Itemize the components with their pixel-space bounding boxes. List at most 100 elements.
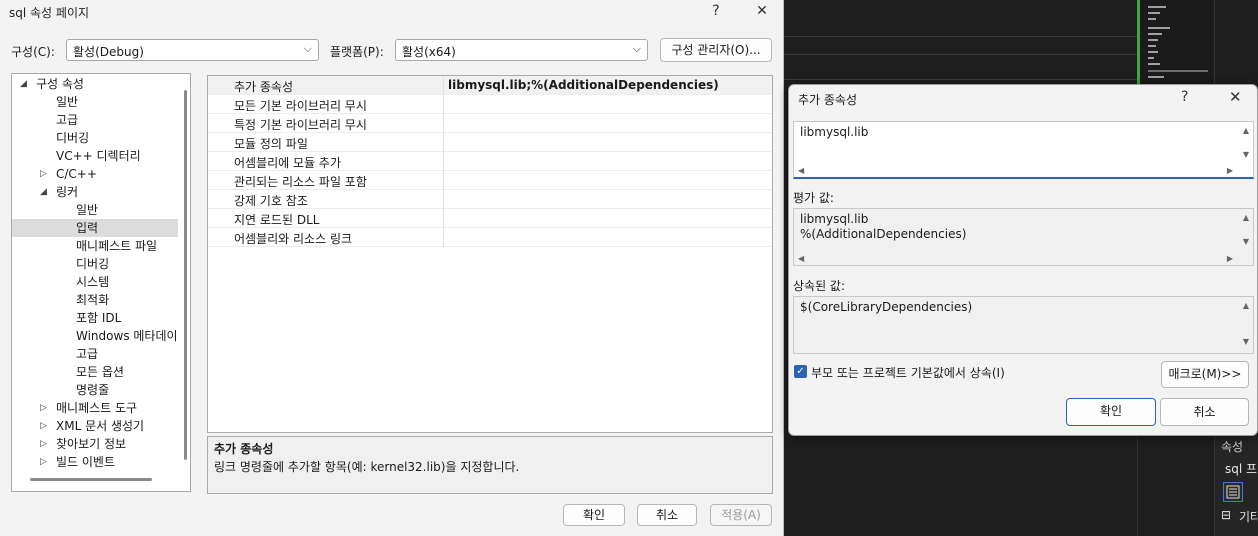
property-name: 강제 기호 참조 xyxy=(234,194,308,208)
property-name: 모듈 정의 파일 xyxy=(234,137,308,151)
tree-item-label: XML 문서 생성기 xyxy=(56,419,145,433)
scroll-left-icon[interactable]: ◀ xyxy=(798,166,804,175)
property-value[interactable]: libmysql.lib;%(AdditionalDependencies) xyxy=(448,78,719,92)
tree-item-label: 디버깅 xyxy=(76,257,110,271)
scroll-right-icon[interactable]: ▶ xyxy=(1227,254,1233,263)
close-button[interactable]: ✕ xyxy=(750,3,774,19)
property-grid: 추가 종속성 libmysql.lib;%(AdditionalDependenc… xyxy=(207,75,773,433)
edit-box-text: libmysql.lib xyxy=(800,125,869,139)
scroll-up-icon[interactable]: ▲ xyxy=(1243,213,1249,222)
dialog-title: sql 속성 페이지 xyxy=(9,6,90,20)
evaluated-value-text: libmysql.lib %(AdditionalDependencies) xyxy=(800,212,967,241)
tree-item-label: 디버깅 xyxy=(56,131,90,145)
tree-item-label: VC++ 디렉터리 xyxy=(56,149,141,163)
config-value: 활성(Debug) xyxy=(73,45,144,59)
config-label: 구성(C): xyxy=(11,45,55,59)
chevron-down-icon: ⌵ xyxy=(632,42,641,55)
expand-icon[interactable]: ▷ xyxy=(40,165,47,183)
collapse-icon[interactable]: ◢ xyxy=(40,183,47,201)
property-pages-dialog: sql 속성 페이지 ? ✕ 구성(C): 활성(Debug) ⌵ 플랫폼(P)… xyxy=(0,0,784,536)
tree-item-label: Windows 메타데이 xyxy=(76,329,178,343)
property-name: 어셈블리와 리소스 링크 xyxy=(234,232,353,246)
property-name: 추가 종속성 xyxy=(234,80,294,94)
property-tree: ◢ 구성 속성 일반 고급 디버깅 VC++ 디렉터리 ▷ C/C++ ◢ 링커 일반 입력 매니페스트… xyxy=(11,73,191,492)
scroll-up-icon[interactable]: ▲ xyxy=(1243,126,1249,135)
inherited-value-box: $(CoreLibraryDependencies) ▲ ▼ xyxy=(793,296,1254,354)
platform-value: 활성(x64) xyxy=(402,45,456,59)
tree-item-label: 포함 IDL xyxy=(76,311,122,325)
config-manager-button[interactable]: 구성 관리자(O)... xyxy=(660,38,772,62)
scroll-down-icon[interactable]: ▼ xyxy=(1243,337,1249,346)
cancel-button[interactable]: 취소 xyxy=(637,504,697,526)
ide-panel-group: 기타 xyxy=(1239,510,1258,524)
popup-ok-button[interactable]: 확인 xyxy=(1066,398,1156,426)
evaluated-label: 평가 값: xyxy=(793,191,834,205)
ide-divider xyxy=(784,79,1137,80)
platform-dropdown[interactable]: 활성(x64) ⌵ xyxy=(395,39,648,61)
popup-close-button[interactable]: ✕ xyxy=(1229,88,1242,106)
popup-help-button[interactable]: ? xyxy=(1181,89,1188,105)
tree-item-label: 최적화 xyxy=(76,293,110,307)
config-dropdown[interactable]: 활성(Debug) ⌵ xyxy=(66,39,319,61)
property-name: 어셈블리에 모듈 추가 xyxy=(234,156,341,170)
tree-item-label: 찾아보기 정보 xyxy=(56,437,127,451)
tree-item-label: 명령줄 xyxy=(76,383,110,397)
editor-minimap[interactable] xyxy=(1137,0,1213,84)
inherit-checkbox[interactable]: ✓ xyxy=(794,365,807,378)
popup-title: 추가 종속성 xyxy=(798,93,858,107)
property-name: 지연 로드된 DLL xyxy=(234,213,320,227)
property-row[interactable]: 관리되는 리소스 파일 포함 xyxy=(208,171,772,190)
macros-button[interactable]: 매크로(M)>> xyxy=(1161,361,1249,388)
ide-divider xyxy=(784,54,1137,55)
description-title: 추가 종속성 xyxy=(214,442,274,456)
ide-panel-item: sql 프 xyxy=(1225,462,1258,476)
popup-cancel-button[interactable]: 취소 xyxy=(1160,398,1249,426)
property-row[interactable]: 모듈 정의 파일 xyxy=(208,133,772,152)
inherited-value-text: $(CoreLibraryDependencies) xyxy=(800,300,973,314)
ide-divider xyxy=(784,36,1137,37)
description-panel: 추가 종속성 링크 명령줄에 추가할 항목(예: kernel32.lib)을 … xyxy=(207,436,773,494)
collapse-icon[interactable]: ⊟ xyxy=(1221,508,1231,522)
tree-item[interactable]: 입력 xyxy=(12,219,178,237)
help-button[interactable]: ? xyxy=(704,3,728,19)
tree-vertical-scrollbar[interactable] xyxy=(184,90,187,460)
chevron-down-icon: ⌵ xyxy=(303,42,312,55)
inherit-checkbox-label[interactable]: 부모 또는 프로젝트 기본값에서 상속(I) xyxy=(811,364,1005,381)
scroll-up-icon[interactable]: ▲ xyxy=(1243,301,1249,310)
property-row[interactable]: 추가 종속성 libmysql.lib;%(AdditionalDependenc… xyxy=(208,76,772,95)
scroll-right-icon[interactable]: ▶ xyxy=(1227,166,1233,175)
expand-icon[interactable]: ▷ xyxy=(40,399,47,417)
tree-item-label: 빌드 이벤트 xyxy=(56,455,116,469)
expand-icon[interactable]: ▷ xyxy=(40,417,47,435)
property-row[interactable]: 지연 로드된 DLL xyxy=(208,209,772,228)
grid-column-divider[interactable] xyxy=(443,76,444,247)
scroll-down-icon[interactable]: ▼ xyxy=(1243,150,1249,159)
scroll-left-icon[interactable]: ◀ xyxy=(798,254,804,263)
property-name: 관리되는 리소스 파일 포함 xyxy=(234,175,367,189)
tree-item-label: 모든 옵션 xyxy=(76,365,124,379)
tree-item-label: 매니페스트 파일 xyxy=(76,239,158,253)
evaluated-value-box: libmysql.lib %(AdditionalDependencies) ▲… xyxy=(793,208,1254,266)
dependencies-edit-box[interactable]: libmysql.lib ▲ ▼ ◀ ▶ xyxy=(793,121,1254,179)
tree-horizontal-scrollbar[interactable] xyxy=(30,478,152,481)
ide-panel-title: 속성 xyxy=(1221,440,1244,454)
property-row[interactable]: 강제 기호 참조 xyxy=(208,190,772,209)
apply-button[interactable]: 적용(A) xyxy=(710,504,772,526)
property-row[interactable]: 어셈블리와 리소스 링크 xyxy=(208,228,772,247)
property-row[interactable]: 어셈블리에 모듈 추가 xyxy=(208,152,772,171)
tree-item-label: 일반 xyxy=(76,203,99,217)
expand-icon[interactable]: ▷ xyxy=(40,453,47,471)
tree-item-label: 입력 xyxy=(76,221,99,235)
platform-label: 플랫폼(P): xyxy=(330,45,384,59)
scroll-down-icon[interactable]: ▼ xyxy=(1243,237,1249,246)
inherited-label: 상속된 값: xyxy=(793,279,846,293)
property-row[interactable]: 모든 기본 라이브러리 무시 xyxy=(208,95,772,114)
collapse-icon[interactable]: ◢ xyxy=(20,75,27,93)
tree-item-label: 링커 xyxy=(56,185,79,199)
property-row[interactable]: 특정 기본 라이브러리 무시 xyxy=(208,114,772,133)
ok-button[interactable]: 확인 xyxy=(563,504,625,526)
additional-dependencies-dialog: 추가 종속성 ? ✕ libmysql.lib ▲ ▼ ◀ ▶ 평가 값: li… xyxy=(788,84,1258,436)
categorized-view-icon[interactable] xyxy=(1223,482,1243,502)
tree-item-label: 매니페스트 도구 xyxy=(56,401,138,415)
expand-icon[interactable]: ▷ xyxy=(40,435,47,453)
